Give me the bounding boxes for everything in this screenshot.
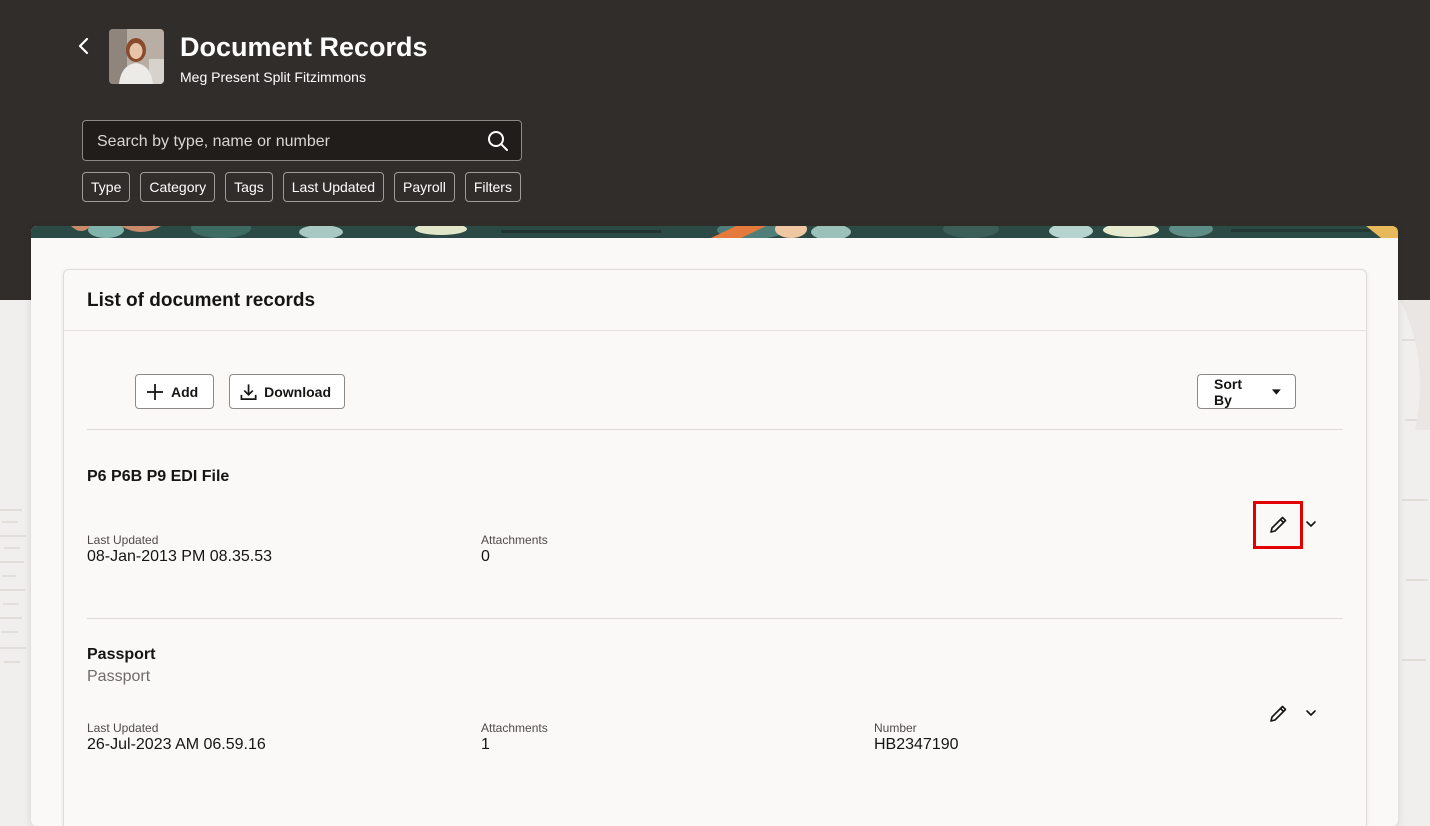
filter-chip-filters[interactable]: Filters xyxy=(464,172,521,202)
last-updated-label: Last Updated xyxy=(87,721,159,735)
last-updated-label: Last Updated xyxy=(87,533,159,547)
filter-chip-type[interactable]: Type xyxy=(82,172,131,202)
number-label: Number xyxy=(874,721,917,735)
content-card: List of document records Add Download So… xyxy=(31,226,1398,826)
filter-chip-last-updated[interactable]: Last Updated xyxy=(282,172,385,202)
attachments-value: 1 xyxy=(481,736,490,753)
divider xyxy=(64,330,1366,331)
filter-chip-category[interactable]: Category xyxy=(140,172,216,202)
list-item: Passport Passport Last Updated 26-Jul-20… xyxy=(87,645,1343,785)
download-button[interactable]: Download xyxy=(229,374,345,409)
filter-chips: Type Category Tags Last Updated Payroll … xyxy=(82,172,521,202)
record-category: Passport xyxy=(87,668,151,685)
caret-down-icon xyxy=(1272,388,1282,395)
last-updated-value: 26-Jul-2023 AM 06.59.16 xyxy=(87,736,266,753)
chevron-down-icon xyxy=(1306,710,1316,716)
attachments-label: Attachments xyxy=(481,533,548,547)
number-value: HB2347190 xyxy=(874,736,959,753)
pencil-icon xyxy=(1270,516,1287,533)
chevron-down-icon xyxy=(1306,521,1316,527)
download-button-label: Download xyxy=(264,383,331,400)
panel-title: List of document records xyxy=(87,290,316,311)
divider xyxy=(87,429,1343,430)
pencil-icon xyxy=(1270,705,1287,722)
sort-by-button[interactable]: Sort By xyxy=(1197,374,1296,409)
search-box xyxy=(82,120,522,162)
add-button[interactable]: Add xyxy=(135,374,214,409)
page-title: Document Records xyxy=(180,32,428,62)
record-name: Passport xyxy=(87,646,156,663)
record-name: P6 P6B P9 EDI File xyxy=(87,468,230,485)
back-button[interactable] xyxy=(70,32,98,60)
attachments-value: 0 xyxy=(481,548,490,565)
sort-by-label: Sort By xyxy=(1214,375,1242,408)
person-name: Meg Present Split Fitzimmons xyxy=(180,69,366,85)
attachments-label: Attachments xyxy=(481,721,548,735)
filter-chip-tags[interactable]: Tags xyxy=(225,172,273,202)
chevron-left-icon xyxy=(78,37,89,55)
download-icon xyxy=(240,383,257,400)
search-icon[interactable] xyxy=(487,130,509,152)
last-updated-value: 08-Jan-2013 PM 08.35.53 xyxy=(87,548,273,565)
edit-button[interactable] xyxy=(1253,501,1303,549)
edit-button[interactable] xyxy=(1253,690,1303,738)
divider xyxy=(87,618,1343,619)
filter-chip-payroll[interactable]: Payroll xyxy=(394,172,455,202)
search-input[interactable] xyxy=(95,121,479,162)
document-records-panel: List of document records Add Download So… xyxy=(63,269,1367,826)
expand-button[interactable] xyxy=(1302,704,1320,722)
decorative-banner xyxy=(31,226,1398,238)
list-item: P6 P6B P9 EDI File Last Updated 08-Jan-2… xyxy=(87,467,1343,620)
add-button-label: Add xyxy=(171,383,199,400)
expand-button[interactable] xyxy=(1302,515,1320,533)
avatar xyxy=(109,29,164,84)
plus-icon xyxy=(147,383,163,400)
